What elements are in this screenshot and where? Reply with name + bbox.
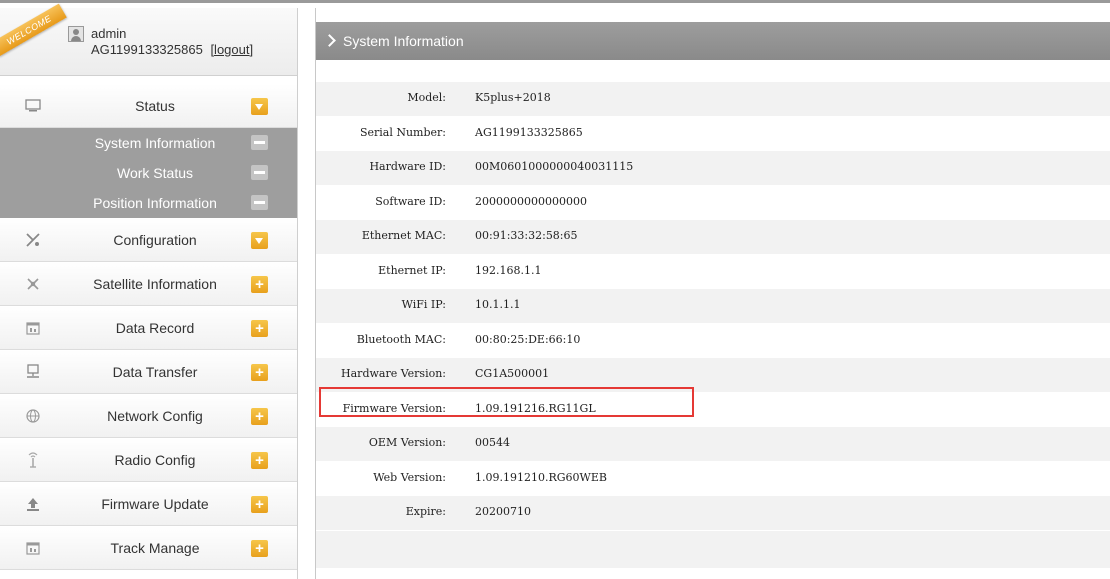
row-value: 00M0601000000040031115 [475,160,634,173]
table-row: Ethernet IP: 192.168.1.1 [316,254,1110,289]
network-icon [24,363,42,381]
minus-icon [251,195,268,210]
logout-link[interactable]: [logout] [210,42,253,57]
wrench-icon [24,231,42,249]
calendar-icon [24,539,42,557]
subitem-system-information[interactable]: System Information [0,128,297,158]
row-key: WiFi IP: [401,298,446,311]
row-key: Serial Number: [359,125,446,139]
antenna-icon [24,451,42,469]
table-row: Expire: 20200710 [316,496,1110,531]
user-serial: AG1199133325865 [logout] [91,42,253,57]
row-key: Hardware ID: [369,160,446,173]
sidebar-item-label: Satellite Information [93,276,217,292]
table-row: Web Version: 1.09.191210.RG60WEB [316,461,1110,496]
user-panel: WELCOME admin AG1199133325865 [logout] [0,3,297,76]
subitem-label: Position Information [93,195,217,211]
main-content: System Information Model: K5plus+2018 Ser… [315,8,1110,579]
sidebar-item-label: Network Config [107,408,203,424]
row-value: 10.1.1.1 [475,298,521,311]
user-icon [68,26,84,42]
row-value: 20200710 [475,505,531,518]
sidebar-item-data-transfer[interactable]: Data Transfer + [0,350,297,394]
page-title: System Information [343,33,464,49]
subitem-work-status[interactable]: Work Status [0,158,297,188]
table-row: Hardware ID: 00M0601000000040031115 [316,151,1110,186]
sidebar-item-radio-config[interactable]: Radio Config + [0,438,297,482]
globe-icon [24,407,42,425]
collapse-toggle-icon[interactable] [251,98,268,115]
row-key: Ethernet MAC: [361,229,446,242]
minus-icon [251,165,268,180]
info-table: Model: K5plus+2018 Serial Number: AG119913… [316,82,1110,569]
table-row: Model: K5plus+2018 [316,82,1110,117]
table-row: Software ID: 2000000000000000 [316,185,1110,220]
subitem-label: Work Status [117,165,193,181]
sidebar-item-satellite-information[interactable]: Satellite Information + [0,262,297,306]
satellite-icon [24,275,42,293]
table-row: OEM Version: 00544 [316,427,1110,462]
table-row: Bluetooth MAC: 00:80:25:DE:66:10 [316,323,1110,358]
row-value: AG1199133325865 [475,125,583,139]
sidebar-item-label: Data Transfer [112,364,198,380]
table-row: Serial Number: AG1199133325865 [316,116,1110,151]
row-key: Hardware Version: [341,367,446,380]
minus-icon [251,135,268,150]
table-row-empty [316,530,1110,569]
expand-toggle-icon[interactable]: + [251,276,268,293]
expand-toggle-icon[interactable]: + [251,540,268,557]
subitem-position-information[interactable]: Position Information [0,188,297,218]
user-name: admin [91,26,127,41]
row-value: 00:80:25:DE:66:10 [475,332,581,346]
subitem-label: System Information [94,135,216,151]
row-key: Expire: [405,505,446,518]
sidebar-item-label: Configuration [113,232,197,248]
expand-toggle-icon[interactable]: + [251,408,268,425]
sidebar-item-configuration[interactable]: Configuration [0,218,297,262]
welcome-ribbon: WELCOME [0,3,67,57]
sidebar-item-firmware-update[interactable]: Firmware Update + [0,482,297,526]
expand-toggle-icon[interactable]: + [251,496,268,513]
sidebar-item-track-manage[interactable]: Track Manage + [0,526,297,570]
row-key: Ethernet IP: [378,263,446,277]
table-row: WiFi IP: 10.1.1.1 [316,289,1110,324]
row-key: Web Version: [373,470,446,484]
expand-toggle-icon[interactable]: + [251,452,268,469]
expand-toggle-icon[interactable]: + [251,364,268,381]
section-header: System Information [316,22,1110,60]
row-value: 2000000000000000 [475,194,587,208]
highlight-box [319,387,694,417]
sidebar-item-label: Track Manage [110,540,200,556]
row-value: K5plus+2018 [475,91,551,104]
monitor-icon [24,97,42,115]
row-key: Model: [407,91,446,104]
row-value: 1.09.191210.RG60WEB [475,470,607,484]
upload-icon [24,495,42,513]
table-row: Ethernet MAC: 00:91:33:32:58:65 [316,220,1110,255]
row-value: 00544 [475,436,510,449]
row-key: OEM Version: [368,436,446,449]
sidebar: WELCOME admin AG1199133325865 [logout] S… [0,3,298,579]
sidebar-item-label: Data Record [115,320,195,336]
sidebar-item-label: Firmware Update [101,496,209,512]
top-border [0,0,1110,8]
row-value: 00:91:33:32:58:65 [475,229,578,242]
sidebar-item-data-record[interactable]: Data Record + [0,306,297,350]
sidebar-item-label: Radio Config [114,452,196,468]
status-submenu: System Information Work Status Position … [0,128,297,218]
chevron-right-icon [324,34,338,48]
sidebar-item-network-config[interactable]: Network Config + [0,394,297,438]
user-serial-text: AG1199133325865 [91,42,203,57]
row-key: Software ID: [375,194,446,208]
sidebar-menu: Status System Information Work Status Po… [0,84,297,570]
row-value: 192.168.1.1 [475,263,542,277]
expand-toggle-icon[interactable]: + [251,320,268,337]
sidebar-item-label: Status [135,98,175,114]
sidebar-item-status[interactable]: Status [0,84,297,128]
calendar-icon [24,319,42,337]
collapse-toggle-icon[interactable] [251,232,268,249]
row-key: Bluetooth MAC: [356,332,446,346]
row-value: CG1A500001 [475,367,550,380]
